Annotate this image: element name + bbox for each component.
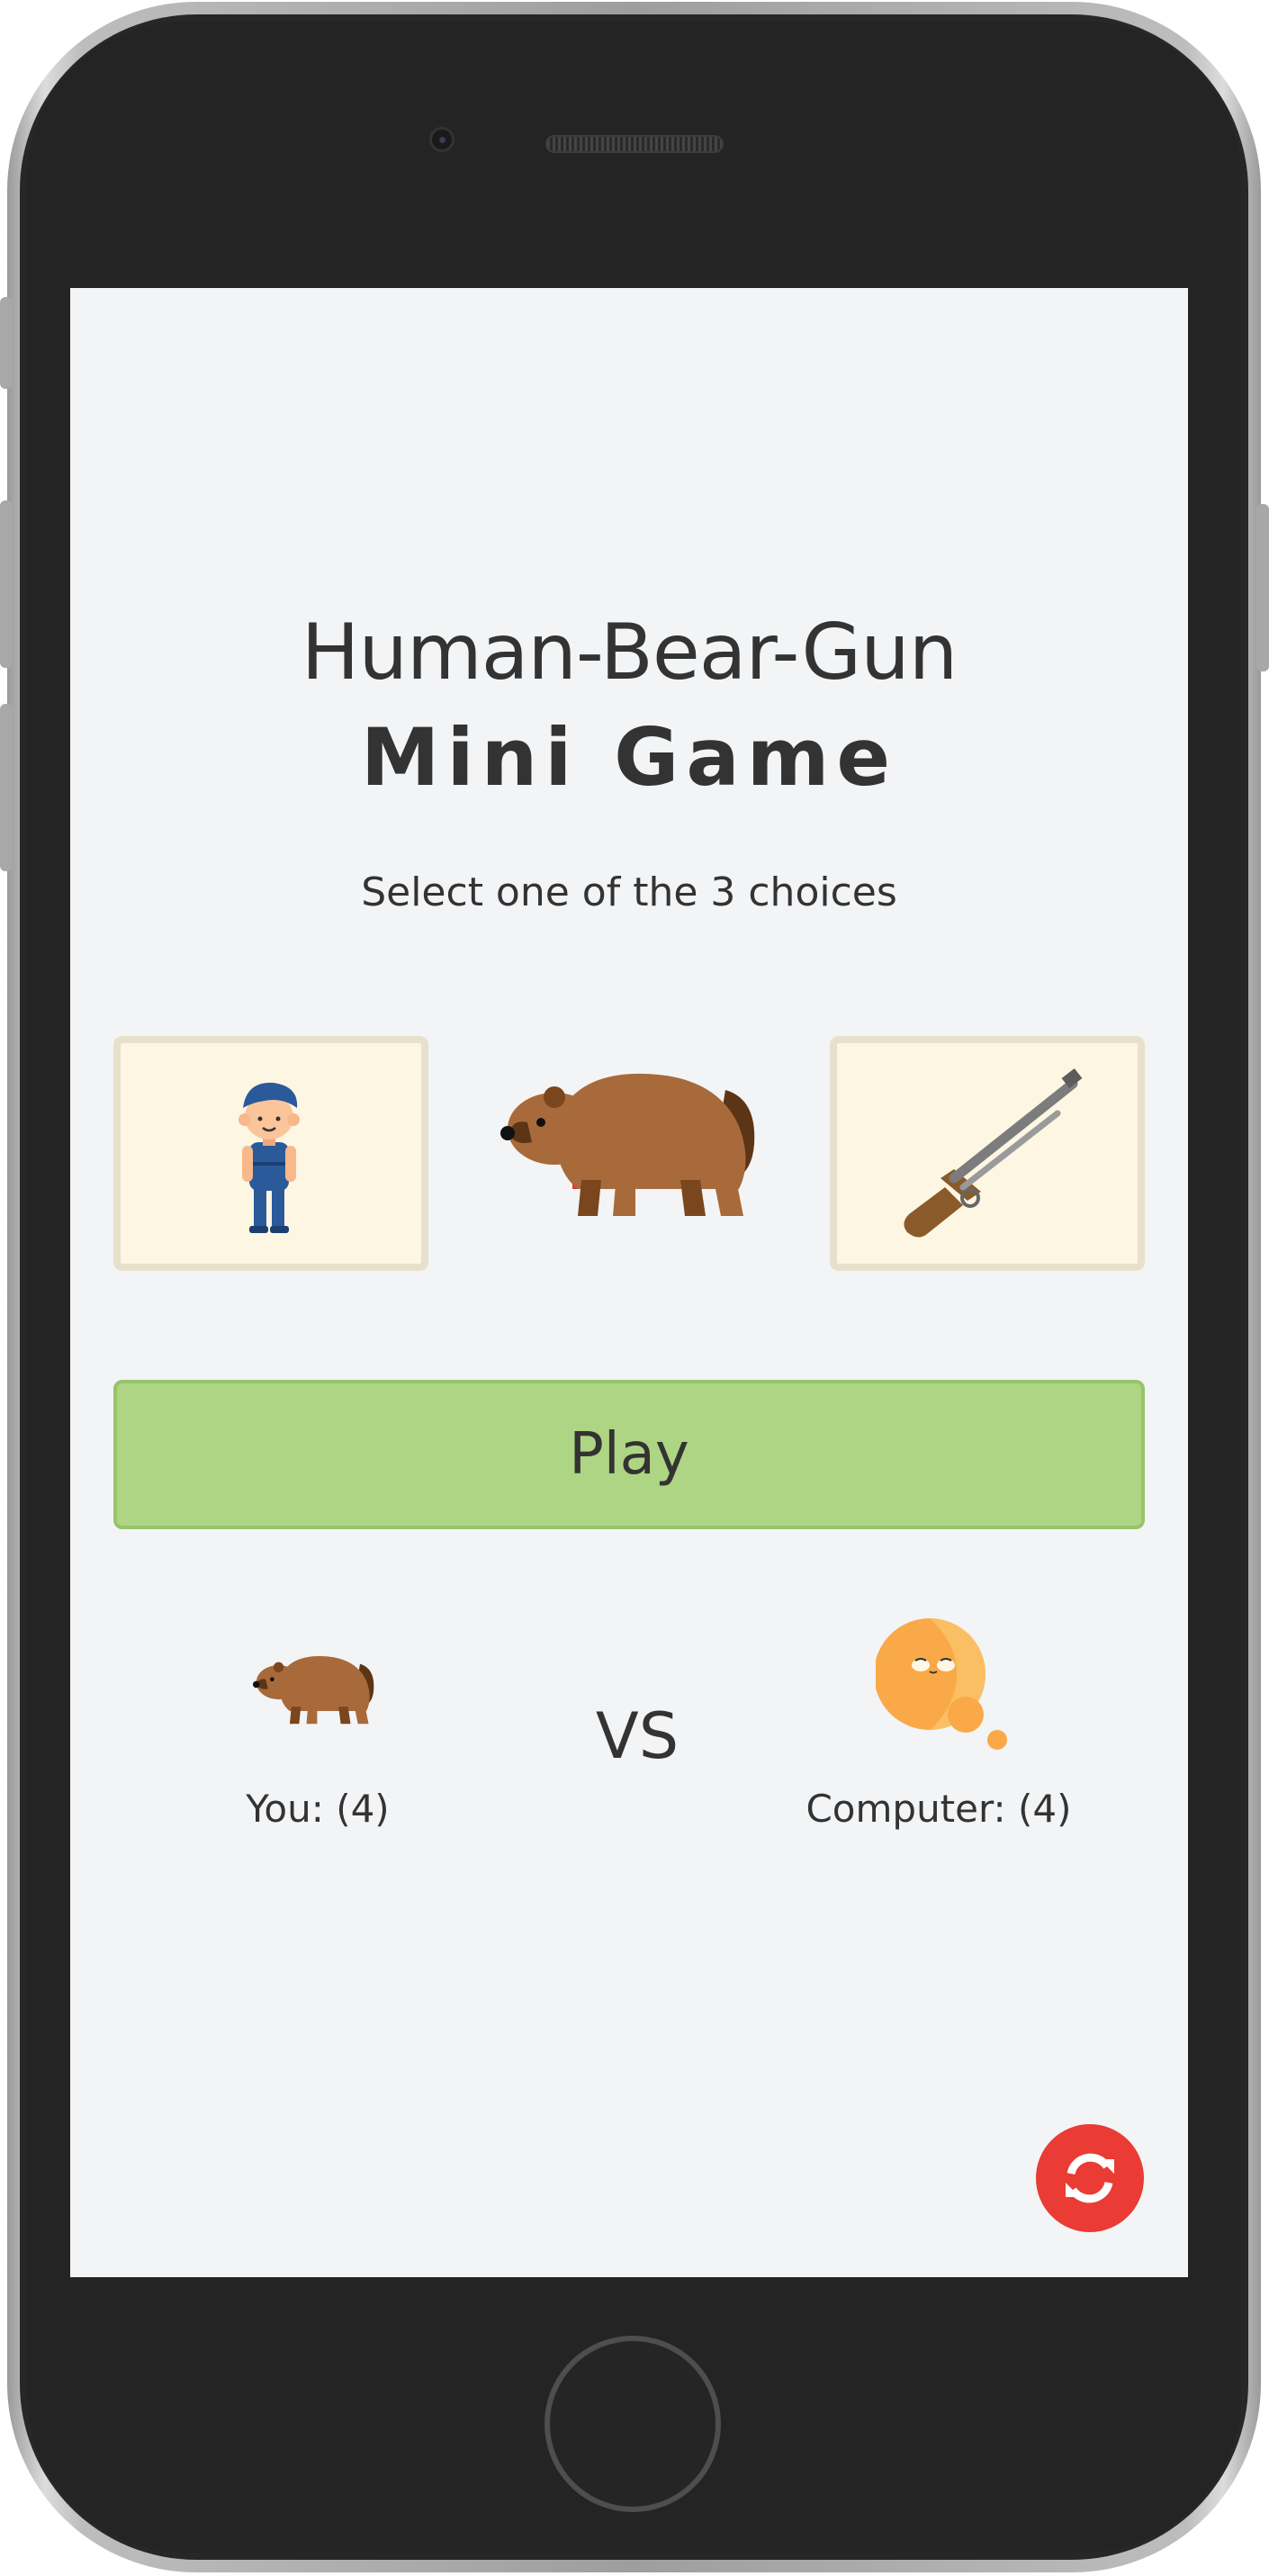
vs-label: VS bbox=[595, 1699, 680, 1773]
human-icon bbox=[238, 1082, 300, 1233]
phone-volume-up bbox=[0, 500, 13, 668]
phone-mute-switch bbox=[0, 297, 13, 389]
player-choice-icon bbox=[248, 1638, 382, 1728]
home-button[interactable] bbox=[544, 2336, 721, 2512]
app-screen: Human-Bear-Gun Mini Game Select one of t… bbox=[70, 288, 1188, 2277]
earpiece-speaker bbox=[545, 135, 724, 153]
reset-button[interactable] bbox=[1036, 2124, 1144, 2232]
phone-volume-down bbox=[0, 704, 13, 871]
choice-gun[interactable] bbox=[830, 1036, 1145, 1271]
front-camera bbox=[429, 127, 454, 152]
computer-choice-icon bbox=[874, 1616, 1011, 1751]
choice-human[interactable] bbox=[113, 1036, 428, 1271]
bear-icon bbox=[252, 1655, 374, 1725]
choice-bear[interactable] bbox=[491, 1036, 806, 1271]
instructions-text: Select one of the 3 choices bbox=[361, 869, 897, 915]
phone-power-button bbox=[1256, 504, 1269, 671]
refresh-icon bbox=[1066, 2153, 1114, 2203]
gun-icon bbox=[904, 1067, 1083, 1238]
play-button[interactable]: Play bbox=[113, 1380, 1145, 1529]
title-line-2: Mini Game bbox=[360, 711, 898, 804]
computer-score-label: Computer: (4) bbox=[806, 1787, 1072, 1831]
thinking-icon bbox=[874, 1618, 1007, 1750]
player-score-label: You: (4) bbox=[246, 1787, 390, 1831]
bear-icon bbox=[500, 1073, 755, 1216]
title-line-1: Human-Bear-Gun bbox=[301, 608, 958, 698]
